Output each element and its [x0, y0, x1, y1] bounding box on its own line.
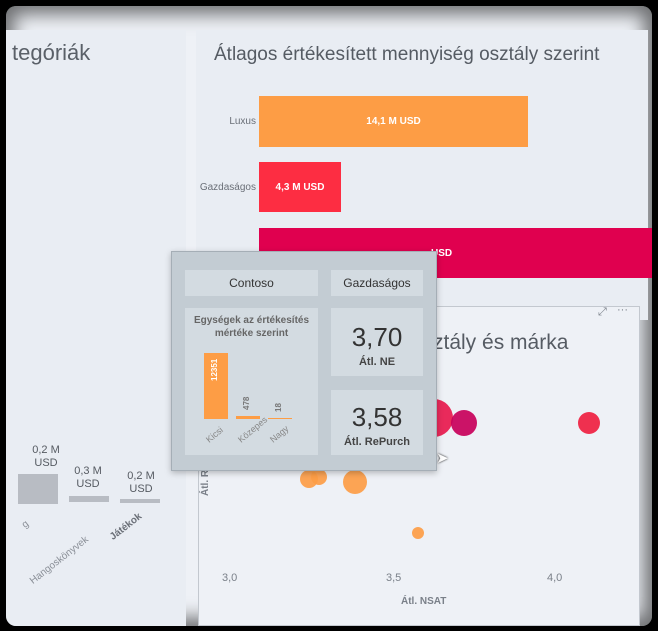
bar-luxus[interactable]: 14,1 M USD: [259, 96, 528, 147]
scatter-title: ztály és márka: [433, 331, 569, 354]
x-axis-label: Átl. NSAT: [401, 596, 447, 607]
mini-bar-data-label: 478: [242, 396, 251, 410]
left-category-panel[interactable]: [6, 30, 186, 626]
data-label-gazdasagos: 4,3 M USD: [275, 181, 325, 193]
tooltip-mini-chart: Egységek az értékesítés mértéke szerint …: [185, 308, 318, 455]
report-canvas: tegóriák 0,2 M USD 0,3 M USD 0,2 M USD g Ha…: [6, 6, 652, 626]
bar-gazdasagos[interactable]: 4,3 M USD: [259, 162, 341, 212]
mouse-cursor-icon: ➤: [436, 450, 449, 467]
mini-chart-title-1: Egységek az értékesítés: [193, 315, 310, 326]
mini-chart-title-2: mértéke szerint: [214, 328, 289, 339]
tooltip-brand: Contoso: [185, 270, 318, 296]
column-bar-a[interactable]: [18, 474, 58, 504]
kpi-ne-label: Átl. NE: [358, 356, 396, 368]
mini-category-label: Nagy: [268, 423, 291, 445]
x-tick-1: 3,5: [386, 572, 402, 584]
tooltip-kpi-ne: 3,70 Átl. NE: [331, 308, 423, 376]
tooltip-class: Gazdaságos: [331, 270, 423, 296]
scatter-point[interactable]: [411, 526, 424, 539]
mini-category-label: Kicsi: [204, 424, 225, 445]
bar-chart-title: Átlagos értékesített mennyiség osztály s…: [214, 44, 600, 65]
scatter-point[interactable]: [343, 469, 368, 494]
data-label-luxus: 14,1 M USD: [366, 116, 421, 127]
category-label-gazdasagos: Gazdaságos: [199, 182, 256, 193]
mini-bar-data-label: 12351: [210, 358, 219, 381]
mini-bar: [268, 418, 292, 419]
value-label-c: 0,2 M USD: [127, 470, 155, 495]
kpi-repurch-value: 3,58: [351, 402, 403, 432]
tooltip-card: Contoso Gazdaságos Egységek az értékesít…: [171, 251, 437, 471]
scatter-point[interactable]: [450, 409, 477, 436]
focus-mode-icon[interactable]: ⤢: [598, 306, 607, 319]
category-label-luxus: Luxus: [229, 116, 256, 127]
scatter-point[interactable]: [577, 411, 600, 434]
mini-bar-data-label: 18: [274, 403, 283, 412]
tooltip-kpi-repurch: 3,58 Átl. RePurch: [331, 390, 423, 455]
left-panel-title: tegóriák: [12, 40, 91, 65]
kpi-ne-value: 3,70: [351, 322, 403, 352]
kpi-repurch-label: Átl. RePurch: [343, 436, 410, 448]
more-options-icon[interactable]: ···: [617, 304, 628, 316]
value-label-a: 0,2 M USD: [32, 444, 60, 469]
value-label-b: 0,3 M USD: [74, 465, 102, 490]
x-tick-0: 3,0: [222, 572, 238, 584]
mini-category-label: Közepes: [236, 414, 270, 445]
column-bar-c[interactable]: [120, 499, 160, 503]
column-bar-b[interactable]: [69, 496, 109, 502]
x-tick-2: 4,0: [547, 572, 563, 584]
